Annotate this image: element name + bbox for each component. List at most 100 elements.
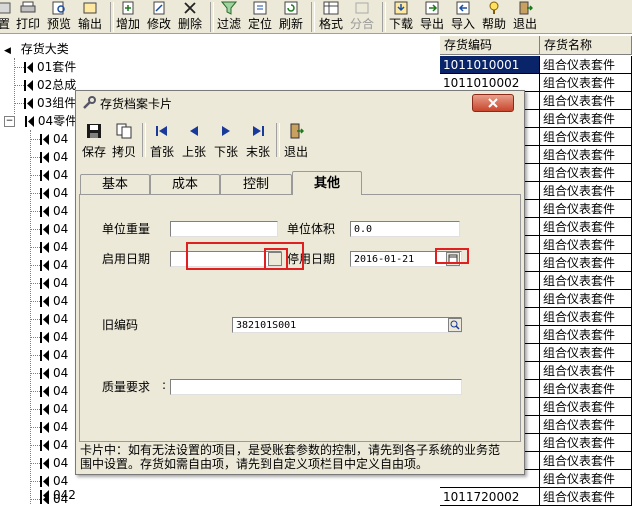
unit-weight-label: 单位重量 [102, 222, 151, 236]
tree-sub-item[interactable]: 04 [40, 346, 68, 364]
first-record-icon [156, 126, 167, 136]
tree-item-03[interactable]: 03组件 [24, 94, 76, 112]
dialog-next-button[interactable]: 下张 [212, 121, 240, 159]
grid-cell-name[interactable]: 组合仪表套件 [540, 398, 632, 416]
tab-basic[interactable]: 基本 [80, 174, 150, 194]
grid-cell-name[interactable]: 组合仪表套件 [540, 344, 632, 362]
tree-item-01[interactable]: 01套件 [24, 58, 76, 76]
grid-cell-name[interactable]: 组合仪表套件 [540, 254, 632, 272]
tree-root[interactable]: ◀ 存货大类 [4, 40, 69, 58]
leaf-node-icon [40, 260, 49, 271]
grid-cell-name[interactable]: 组合仪表套件 [540, 434, 632, 452]
dialog-title-bar[interactable]: 存货档案卡片 [76, 91, 524, 115]
tree-sub-item[interactable]: 04 [40, 382, 68, 400]
grid-cell-name[interactable]: 组合仪表套件 [540, 470, 632, 488]
grid-cell-name[interactable]: 组合仪表套件 [540, 218, 632, 236]
grid-cell-name[interactable]: 组合仪表套件 [540, 146, 632, 164]
grid-cell-name[interactable]: 组合仪表套件 [540, 164, 632, 182]
grid-cell-name[interactable]: 组合仪表套件 [540, 272, 632, 290]
tree-sub-item[interactable]: 04 [40, 328, 68, 346]
column-header-code[interactable]: 存货编码 [440, 36, 540, 55]
tree-item-04[interactable]: − 04零件 [4, 112, 77, 130]
toolbar-button-output[interactable]: 输出 [76, 0, 104, 34]
old-code-lookup-button[interactable] [448, 318, 462, 332]
dialog-exit-button[interactable]: 退出 [282, 121, 310, 159]
leaf-node-icon [24, 80, 33, 91]
grid-cell-name[interactable]: 组合仪表套件 [540, 416, 632, 434]
dialog-close-button[interactable] [472, 94, 514, 112]
dialog-copy-button[interactable]: 拷贝 [110, 121, 138, 159]
toolbar-button-filter[interactable]: 过滤 [215, 0, 243, 34]
grid-cell-name[interactable]: 组合仪表套件 [540, 92, 632, 110]
toolbar-button-format[interactable]: 格式 [316, 0, 346, 34]
dialog-first-button[interactable]: 首张 [148, 121, 176, 159]
toolbar-button-import[interactable]: 导入 [449, 0, 477, 34]
grid-cell-name[interactable]: 组合仪表套件 [540, 56, 632, 74]
tree-sub-item[interactable]: 04 [40, 310, 68, 328]
tree-sub-item[interactable]: 04 [40, 256, 68, 274]
tree-sub-item[interactable]: 04 [40, 166, 68, 184]
grid-cell-code[interactable]: 1011010001 [440, 56, 540, 74]
expand-minus-icon[interactable]: − [4, 116, 15, 127]
toolbar-button-refresh[interactable]: 刷新 [277, 0, 305, 34]
grid-cell-name[interactable]: 组合仪表套件 [540, 488, 632, 506]
toolbar-button-download[interactable]: 下载 [387, 0, 415, 34]
grid-cell-name[interactable]: 组合仪表套件 [540, 326, 632, 344]
tree-sub-item[interactable]: 04 [40, 202, 68, 220]
grid-cell-name[interactable]: 组合仪表套件 [540, 74, 632, 92]
column-header-name[interactable]: 存货名称 [540, 36, 632, 55]
grid-cell-name[interactable]: 组合仪表套件 [540, 380, 632, 398]
dialog-save-button[interactable]: 保存 [80, 121, 108, 159]
settings-icon [0, 2, 11, 14]
toolbar-button-edit[interactable]: 修改 [145, 0, 173, 34]
quality-input[interactable] [170, 379, 462, 395]
leaf-node-icon [40, 332, 49, 343]
tree-sub-item[interactable]: 04 [40, 130, 68, 148]
tab-other[interactable]: 其他 [292, 171, 362, 195]
grid-cell-name[interactable]: 组合仪表套件 [540, 362, 632, 380]
old-code-input[interactable]: 382101S001 [232, 317, 462, 333]
tree-sub-item[interactable]: 04 [40, 364, 68, 382]
unit-weight-input[interactable] [170, 221, 278, 237]
tree-item-02[interactable]: 02总成 [24, 76, 76, 94]
grid-cell-name[interactable]: 组合仪表套件 [540, 200, 632, 218]
toolbar-button-export[interactable]: 导出 [418, 0, 446, 34]
collapse-arrow-icon[interactable]: ◀ [4, 46, 11, 56]
grid-cell-name[interactable]: 组合仪表套件 [540, 308, 632, 326]
tree-sub-item[interactable]: 04 [40, 220, 68, 238]
toolbar-button-settings[interactable]: 置 [0, 0, 14, 34]
tree-sub-item[interactable]: 04 [40, 436, 68, 454]
grid-cell-name[interactable]: 组合仪表套件 [540, 452, 632, 470]
toolbar-button-locate[interactable]: 定位 [246, 0, 274, 34]
toolbar-button-print[interactable]: 打印 [14, 0, 42, 34]
tree-sub-item[interactable]: 04 [40, 400, 68, 418]
grid-cell-name[interactable]: 组合仪表套件 [540, 290, 632, 308]
toolbar-button-delete[interactable]: 删除 [176, 0, 204, 34]
tree-sub-item[interactable]: 04 [40, 274, 68, 292]
toolbar-button-preview[interactable]: 预览 [45, 0, 73, 34]
toolbar-button-add[interactable]: 增加 [114, 0, 142, 34]
dialog-prev-button[interactable]: 上张 [180, 121, 208, 159]
main-toolbar: 置 打印 预览 输出 增加 修改 删除 过滤 定位 刷新 格式 分合 下载 导出… [0, 0, 632, 34]
tab-control[interactable]: 控制 [220, 174, 292, 194]
tree-sub-item[interactable]: 04 [40, 238, 68, 256]
leaf-node-icon [40, 440, 49, 451]
leaf-node-icon [40, 170, 49, 181]
tree-item-bottom[interactable]: 042 [40, 486, 76, 504]
tree-sub-item[interactable]: 04 [40, 292, 68, 310]
tree-sub-item[interactable]: 04 [40, 454, 68, 472]
toolbar-button-help[interactable]: 帮助 [480, 0, 508, 34]
dialog-last-button[interactable]: 末张 [244, 121, 272, 159]
tree-sub-item[interactable]: 04 [40, 418, 68, 436]
tree-sub-item[interactable]: 04 [40, 148, 68, 166]
tree-sub-item[interactable]: 04 [40, 184, 68, 202]
unit-volume-input[interactable]: 0.0 [350, 221, 460, 237]
grid-cell-code[interactable]: 1011720002 [440, 488, 540, 506]
grid-cell-name[interactable]: 组合仪表套件 [540, 128, 632, 146]
leaf-node-icon [40, 422, 49, 433]
tab-cost[interactable]: 成本 [150, 174, 220, 194]
grid-cell-name[interactable]: 组合仪表套件 [540, 236, 632, 254]
toolbar-button-exit[interactable]: 退出 [511, 0, 539, 34]
grid-cell-name[interactable]: 组合仪表套件 [540, 110, 632, 128]
grid-cell-name[interactable]: 组合仪表套件 [540, 182, 632, 200]
